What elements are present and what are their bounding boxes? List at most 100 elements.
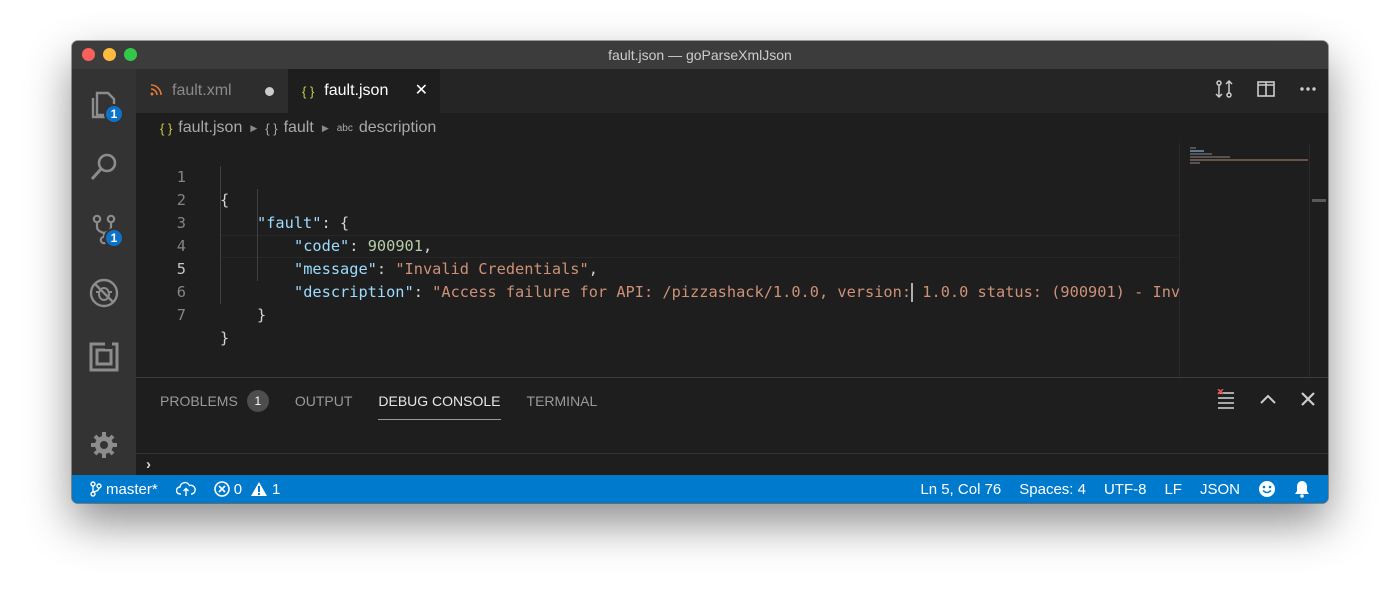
gear-icon	[91, 432, 117, 458]
maximize-window-button[interactable]	[124, 48, 137, 61]
search-icon	[90, 153, 117, 181]
split-editor-icon[interactable]	[1256, 79, 1276, 104]
json-punct: :	[413, 283, 433, 301]
more-actions-icon[interactable]	[1298, 79, 1318, 104]
code-line: 4 "message": "Invalid Credentials",	[136, 212, 598, 278]
object-icon: { }	[265, 120, 278, 136]
code-text: {	[220, 191, 230, 209]
console-prompt-icon: ›	[146, 456, 151, 473]
tab-label: DEBUG CONSOLE	[378, 393, 501, 409]
breadcrumb-object[interactable]: { } fault	[265, 119, 314, 137]
json-string: "Access failure for API: /pizzashack/1.0…	[432, 283, 912, 301]
breadcrumb-file-label: fault.json	[178, 119, 243, 136]
bottom-panel: PROBLEMS 1 OUTPUT DEBUG CONSOLE TERMINAL	[136, 377, 1328, 475]
panel-tabs: PROBLEMS 1 OUTPUT DEBUG CONSOLE TERMINAL	[160, 378, 623, 424]
breadcrumb-file[interactable]: { } fault.json	[160, 119, 242, 137]
branch-label: master*	[106, 480, 158, 498]
search-button[interactable]	[72, 143, 136, 191]
clear-console-icon[interactable]	[1216, 387, 1236, 414]
json-key: "description"	[294, 283, 414, 301]
indentation-status[interactable]: Spaces: 4	[1019, 481, 1086, 498]
breadcrumb-property[interactable]: abc description	[337, 119, 437, 137]
unsaved-dot-icon[interactable]	[265, 87, 274, 96]
code-line: 2 "fault": {	[136, 166, 349, 232]
braces-icon: { }	[302, 83, 315, 99]
extensions-button[interactable]	[72, 333, 136, 381]
braces-icon: { }	[160, 120, 173, 136]
tab-label: fault.json	[324, 82, 389, 99]
encoding-status[interactable]: UTF-8	[1104, 481, 1147, 498]
code-text: }	[257, 306, 267, 324]
editor-actions	[1214, 69, 1318, 113]
tab-label: fault.xml	[172, 82, 232, 99]
chevron-right-icon: ▶	[250, 122, 258, 133]
scm-badge: 1	[104, 228, 124, 248]
code-text: "code": 900901,	[294, 235, 432, 258]
source-control-button[interactable]: 1	[72, 205, 136, 253]
error-count: 0	[233, 480, 243, 498]
language-mode[interactable]: JSON	[1200, 481, 1240, 498]
code-line: 3 "code": 900901,	[136, 189, 432, 255]
status-bar: master* 0 1 Ln 5, Col 76 Spaces: 4 UTF-8…	[72, 475, 1328, 503]
breadcrumb: { } fault.json ▶ { } fault ▶ abc descrip…	[136, 113, 1328, 143]
tab-output[interactable]: OUTPUT	[295, 378, 353, 424]
debug-button[interactable]	[72, 269, 136, 317]
json-punct: ,	[422, 237, 433, 255]
scrollbar-thumb[interactable]	[1312, 199, 1326, 202]
close-tab-icon[interactable]: ✕	[415, 80, 428, 100]
feedback-smiley-icon[interactable]	[1258, 480, 1276, 498]
json-punct: ,	[588, 260, 598, 278]
debug-console-input[interactable]: ›	[136, 453, 1328, 475]
error-icon	[213, 481, 230, 497]
close-panel-icon[interactable]	[1300, 391, 1316, 412]
branch-status[interactable]: master*	[90, 481, 158, 498]
warning-count: 1	[272, 480, 281, 498]
debug-icon	[89, 278, 119, 308]
cursor-position[interactable]: Ln 5, Col 76	[920, 481, 1001, 498]
title-bar: fault.json — goParseXmlJson	[72, 41, 1328, 69]
sync-button[interactable]	[175, 481, 196, 497]
code-line-current: 5 "description": "Access failure for API…	[136, 235, 1179, 302]
problems-status[interactable]: 0 1	[213, 480, 281, 498]
extensions-icon	[89, 342, 119, 372]
tab-fault-xml[interactable]: fault.xml	[136, 69, 288, 113]
tab-problems[interactable]: PROBLEMS 1	[160, 378, 269, 424]
minimize-window-button[interactable]	[103, 48, 116, 61]
explorer-badge: 1	[104, 104, 124, 124]
eol-status[interactable]: LF	[1164, 481, 1182, 498]
json-number: 900901	[367, 237, 423, 255]
json-key: "code"	[294, 237, 350, 255]
close-window-button[interactable]	[82, 48, 95, 61]
code-line: 1 {	[136, 143, 229, 209]
minimap[interactable]	[1179, 143, 1309, 377]
open-changes-icon[interactable]	[1214, 79, 1234, 104]
json-punct: :	[376, 260, 396, 278]
vertical-scrollbar[interactable]	[1309, 143, 1328, 377]
code-text: "fault": {	[257, 212, 349, 235]
status-bar-left: master* 0 1	[90, 475, 280, 503]
code-text: }	[220, 329, 230, 347]
code-text: "description": "Access failure for API: …	[294, 281, 1179, 304]
tab-debug-console[interactable]: DEBUG CONSOLE	[378, 378, 501, 424]
tab-fault-json[interactable]: { } fault.json ✕	[288, 69, 440, 113]
json-string: "Invalid Credentials"	[395, 260, 589, 278]
explorer-button[interactable]: 1	[72, 81, 136, 129]
code-editor[interactable]: 1 { 2 "fault": { 3 "code": 900901, 4 "me…	[136, 143, 1179, 377]
window-controls	[82, 48, 137, 61]
cloud-upload-icon	[175, 481, 196, 496]
vscode-window: fault.json — goParseXmlJson 1 1 fault.xm…	[72, 41, 1328, 503]
indent-guide	[220, 166, 221, 304]
json-punct: : {	[321, 214, 350, 232]
maximize-panel-icon[interactable]	[1258, 389, 1278, 414]
indent-guide	[257, 189, 258, 281]
settings-button[interactable]	[72, 421, 136, 469]
tab-label: TERMINAL	[526, 393, 598, 409]
chevron-right-icon: ▶	[321, 122, 329, 133]
string-icon: abc	[336, 122, 353, 134]
notifications-bell-icon[interactable]	[1294, 480, 1310, 498]
breadcrumb-property-label: description	[358, 119, 437, 136]
rss-icon	[150, 83, 162, 99]
git-branch-icon	[90, 481, 102, 497]
json-string: 1.0.0 status: (900901) - Inv	[913, 283, 1179, 301]
tab-terminal[interactable]: TERMINAL	[527, 378, 598, 424]
